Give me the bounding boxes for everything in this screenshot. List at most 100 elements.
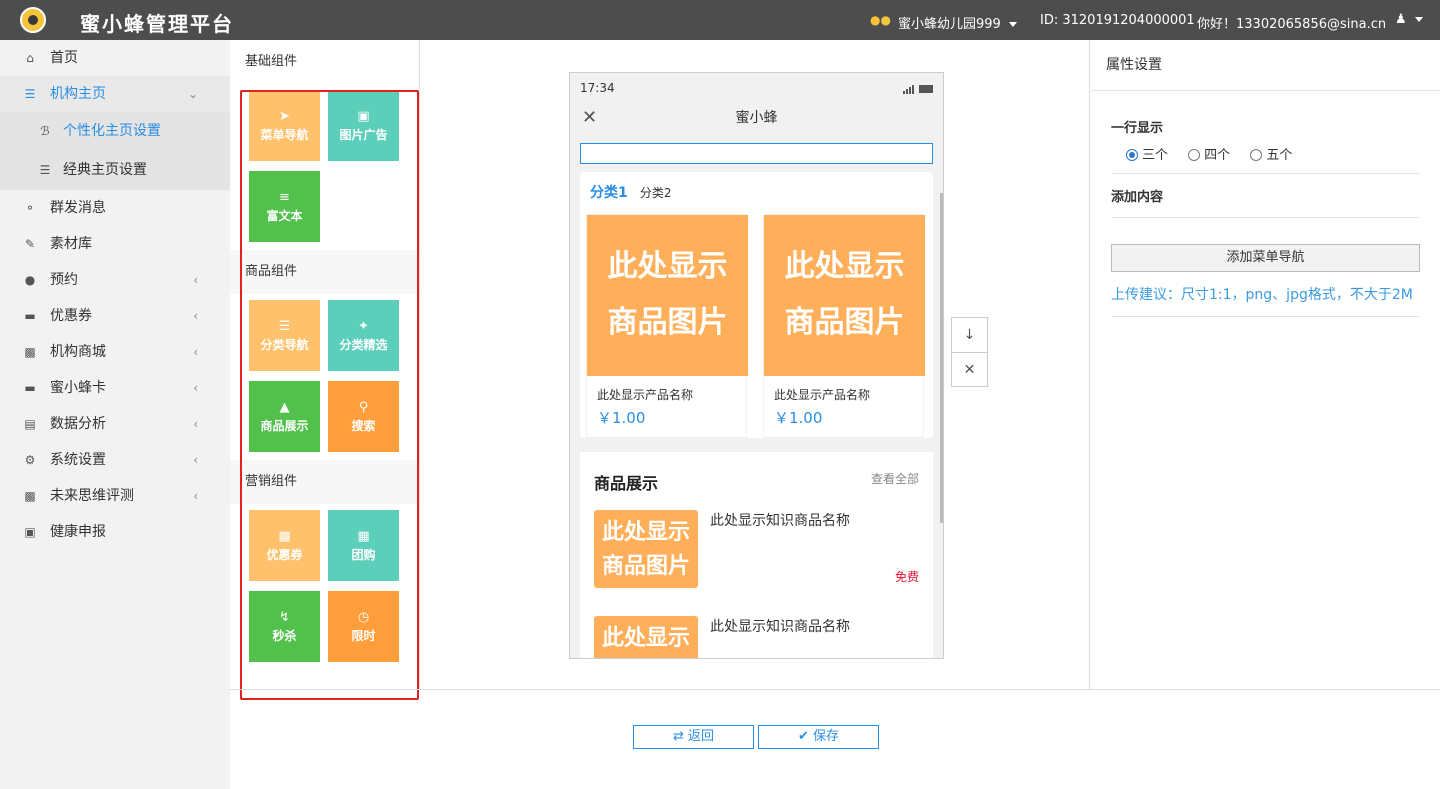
phone-search-input[interactable]: [580, 143, 933, 164]
sidebar-item-bee-card[interactable]: ▬ 蜜小蜂卡 ‹: [0, 370, 230, 406]
chevron-left-icon: ‹: [193, 417, 198, 431]
sidebar-item-label: 未来思维评测: [50, 488, 134, 504]
sidebar-item-label: 蜜小蜂卡: [50, 380, 106, 396]
goods-display-card[interactable]: 商品展示 查看全部 此处显示商品图片 此处显示知识商品名称 免费 此处显示商品图…: [580, 452, 933, 658]
tile-label: 分类导航: [260, 338, 309, 352]
sidebar-item-messages[interactable]: ⚬ 群发消息: [0, 190, 230, 226]
marketing-components-grid: ▩ 优惠券 ▦ 团购 ↯ 秒杀 ◷ 限时: [230, 504, 419, 670]
tile-category-picks[interactable]: ✦ 分类精选: [328, 300, 399, 371]
phone-preview[interactable]: 17:34 ✕ 蜜小蜂 分类1 分类2 此处显示 商品图片 此处显示产品名称 ￥…: [569, 72, 944, 659]
send-icon: ➤: [279, 109, 290, 124]
card-icon: ▬: [24, 309, 36, 323]
bar-chart-icon: ▤: [24, 417, 36, 431]
tile-label: 菜单导航: [260, 128, 309, 142]
category-picks-card[interactable]: 分类1 分类2 此处显示 商品图片 此处显示产品名称 ￥1.00 此处显示 商品图片…: [580, 172, 933, 438]
status-bar: 17:34: [570, 73, 943, 103]
sidebar-item-health[interactable]: ▣ 健康申报: [0, 514, 230, 550]
clock-icon: ◷: [357, 610, 370, 625]
properties-panel: 属性设置 一行显示 三个 四个 五个 添加内容 添加菜单导航 上传建议：尺寸1:…: [1091, 40, 1440, 690]
goods-display-header: 商品展示 查看全部: [594, 470, 919, 500]
tile-goods-display[interactable]: ▲ 商品展示: [249, 381, 320, 452]
tile-flash-sale[interactable]: ↯ 秒杀: [249, 591, 320, 662]
save-label: 保存: [813, 729, 840, 744]
bolt-icon: ↯: [279, 610, 290, 625]
chevron-left-icon: ‹: [193, 345, 198, 359]
add-menu-nav-button[interactable]: 添加菜单导航: [1111, 244, 1420, 272]
radio-dot: [1250, 149, 1263, 161]
home-icon: ⌂: [26, 51, 34, 65]
category-tabs: 分类1 分类2: [586, 182, 927, 208]
tab-category-2[interactable]: 分类2: [640, 186, 672, 200]
view-all-link[interactable]: 查看全部: [871, 470, 919, 487]
upload-tip: 上传建议：尺寸1:1，png、jpg格式，不大于2M: [1111, 287, 1413, 303]
radio-dot: [1126, 149, 1138, 161]
tab-category-1[interactable]: 分类1: [590, 185, 628, 201]
tile-label: 图片广告: [339, 128, 388, 142]
radio-four[interactable]: 四个: [1188, 144, 1230, 163]
back-button[interactable]: ⇄ 返回: [633, 725, 754, 749]
row-display-options: 三个 四个 五个: [1111, 136, 1420, 163]
org-switcher[interactable]: 蜜小蜂幼儿园999: [898, 13, 1017, 32]
sidebar-item-label: 经典主页设置: [63, 162, 147, 178]
user-menu[interactable]: ♟: [1395, 12, 1423, 27]
row-display-section: 一行显示 三个 四个 五个: [1111, 91, 1420, 174]
tile-category-nav[interactable]: ☰ 分类导航: [249, 300, 320, 371]
bee-org-icon: ●●: [870, 13, 891, 27]
component-panel: 基础组件 ➤ 菜单导航 ▣ 图片广告 ≡ 富文本 商品组件 ☰ 分类导航 ✦ 分类精选 ▲…: [230, 40, 420, 690]
sidebar-item-custom-home[interactable]: ℬ 个性化主页设置: [0, 112, 230, 151]
tile-label: 商品展示: [260, 419, 309, 433]
tile-label: 团购: [351, 548, 376, 562]
row-display-label: 一行显示: [1111, 121, 1164, 136]
sidebar-item-mall[interactable]: ▩ 机构商城 ‹: [0, 334, 230, 370]
sidebar-item-booking[interactable]: ● 预约 ‹: [0, 262, 230, 298]
knowledge-item[interactable]: 此处显示商品图片 此处显示知识商品名称: [594, 616, 919, 658]
bag-icon: ▦: [357, 529, 370, 544]
tile-label: 限时: [351, 629, 376, 643]
phone-scrollbar[interactable]: [940, 193, 943, 523]
tile-coupon[interactable]: ▩ 优惠券: [249, 510, 320, 581]
sidebar-item-label: 优惠券: [50, 308, 92, 324]
close-icon[interactable]: ✕: [582, 103, 597, 133]
knowledge-name: 此处显示知识商品名称: [710, 619, 850, 635]
product-card[interactable]: 此处显示 商品图片 此处显示产品名称 ￥1.00: [763, 214, 925, 438]
sidebar-item-analytics[interactable]: ▤ 数据分析 ‹: [0, 406, 230, 442]
sidebar-item-home[interactable]: ⌂ 首页: [0, 40, 230, 76]
block-controls: ↓ ✕: [951, 317, 988, 387]
sidebar-item-label: 数据分析: [50, 416, 106, 432]
sidebar-item-label: 机构主页: [50, 86, 106, 102]
product-card[interactable]: 此处显示 商品图片 此处显示产品名称 ￥1.00: [586, 214, 748, 438]
sidebar-item-materials[interactable]: ✎ 素材库: [0, 226, 230, 262]
add-content-label: 添加内容: [1111, 190, 1164, 205]
radio-label: 三个: [1142, 148, 1169, 163]
check-icon: ✔: [797, 729, 809, 744]
sidebar-item-settings[interactable]: ⚙ 系统设置 ‹: [0, 442, 230, 478]
save-button[interactable]: ✔ 保存: [758, 725, 879, 749]
radio-three[interactable]: 三个: [1126, 144, 1168, 163]
move-down-icon[interactable]: ↓: [952, 318, 987, 353]
id-card-icon: ▣: [24, 525, 36, 539]
tile-menu-nav[interactable]: ➤ 菜单导航: [249, 90, 320, 161]
sidebar-item-label: 系统设置: [50, 452, 106, 468]
tile-rich-text[interactable]: ≡ 富文本: [249, 171, 320, 242]
sidebar-item-classic-home[interactable]: ☰ 经典主页设置: [0, 151, 230, 190]
knowledge-name: 此处显示知识商品名称: [710, 513, 850, 529]
sidebar-item-assessment[interactable]: ▩ 未来思维评测 ‹: [0, 478, 230, 514]
search-icon: ⚲: [358, 400, 369, 415]
image-icon: ▣: [357, 109, 370, 124]
chat-icon: ⚬: [24, 201, 36, 215]
sidebar-item-org-home[interactable]: ☰ 机构主页 ⌄: [0, 76, 230, 112]
chevron-left-icon: ‹: [193, 309, 198, 323]
tile-group-buy[interactable]: ▦ 团购: [328, 510, 399, 581]
product-image-placeholder: 此处显示 商品图片: [587, 215, 748, 376]
tile-image-ad[interactable]: ▣ 图片广告: [328, 90, 399, 161]
tile-label: 富文本: [266, 209, 303, 223]
phone-titlebar: ✕ 蜜小蜂: [570, 103, 943, 133]
tile-limited-time[interactable]: ◷ 限时: [328, 591, 399, 662]
radio-five[interactable]: 五个: [1250, 144, 1292, 163]
delete-icon[interactable]: ✕: [952, 353, 987, 388]
knowledge-item[interactable]: 此处显示 商品图片 此处显示知识商品名称 免费: [594, 510, 919, 606]
sidebar-item-coupons[interactable]: ▬ 优惠券 ‹: [0, 298, 230, 334]
magic-icon: ✦: [358, 319, 369, 334]
swap-icon: ⇄: [672, 729, 684, 744]
tile-search[interactable]: ⚲ 搜索: [328, 381, 399, 452]
